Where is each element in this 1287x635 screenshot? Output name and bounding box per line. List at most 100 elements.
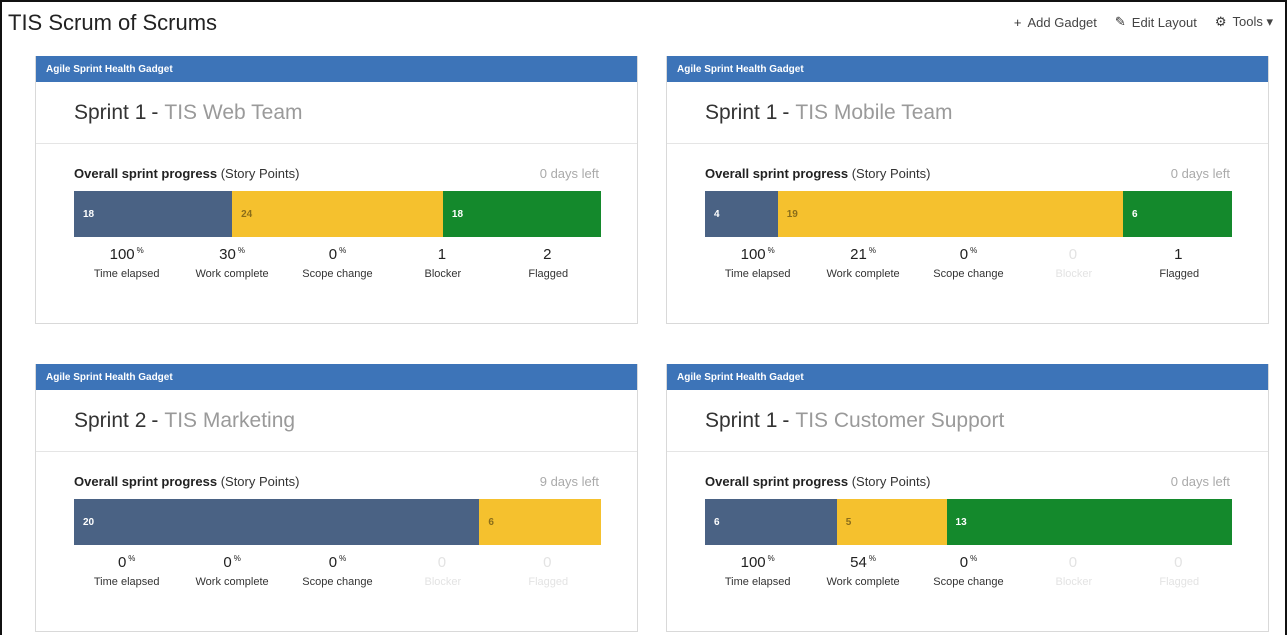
segment-value: 19 <box>786 208 798 220</box>
segment-value: 24 <box>241 208 253 220</box>
stat-value: 1 <box>437 246 447 263</box>
progress-title: Overall sprint progress <box>74 166 218 181</box>
stat-item[interactable]: 0% Time elapsed <box>74 554 179 588</box>
sprint-health-gadget: Agile Sprint Health Gadget Sprint 1 - TI… <box>666 364 1269 632</box>
sprint-name[interactable]: Sprint 2 <box>74 409 146 433</box>
gadget-header[interactable]: Agile Sprint Health Gadget <box>667 56 1268 82</box>
stat-item[interactable]: 2 Flagged <box>496 246 601 280</box>
progress-segment-todo[interactable]: 4 <box>705 191 778 237</box>
team-name[interactable]: TIS Web Team <box>164 101 302 125</box>
stat-percent-sign: % <box>128 554 136 563</box>
stat-value: 100 <box>740 246 766 263</box>
stat-item[interactable]: 0% Work complete <box>179 554 284 588</box>
stat-item[interactable]: 21% Work complete <box>810 246 915 280</box>
stat-item[interactable]: 100% Time elapsed <box>74 246 179 280</box>
stat-value: 0 <box>1068 554 1078 571</box>
stat-item[interactable]: 1 Flagged <box>1127 246 1232 280</box>
stat-label: Scope change <box>933 268 1004 280</box>
gadget-header[interactable]: Agile Sprint Health Gadget <box>36 364 637 390</box>
stat-item[interactable]: 100% Time elapsed <box>705 554 810 588</box>
stat-value: 21 <box>850 246 867 263</box>
stat-label: Blocker <box>1055 268 1093 280</box>
add-gadget-label: Add Gadget <box>1027 14 1097 30</box>
progress-segment-done[interactable]: 13 <box>946 499 1232 545</box>
sprint-title: Sprint 1 - TIS Mobile Team <box>667 82 1268 144</box>
stat-item[interactable]: 100% Time elapsed <box>705 246 810 280</box>
days-left: 0 days left <box>1170 474 1230 489</box>
segment-value: 13 <box>955 516 967 528</box>
stat-value-row: 1 <box>390 246 495 266</box>
stat-item[interactable]: 0% Scope change <box>285 554 390 588</box>
segment-value: 4 <box>714 208 720 220</box>
stat-value: 0 <box>543 554 552 571</box>
gadget-header[interactable]: Agile Sprint Health Gadget <box>667 364 1268 390</box>
progress-header: Overall sprint progress (Story Points) 9… <box>74 474 599 489</box>
progress-segment-todo[interactable]: 18 <box>74 191 233 237</box>
progress-segment-in-progress[interactable]: 5 <box>836 499 947 545</box>
sprint-stats: 100% Time elapsed 54% Work complete 0% S… <box>705 554 1232 588</box>
progress-unit: (Story Points) <box>851 474 931 489</box>
stat-label: Scope change <box>933 576 1004 588</box>
stat-percent-sign: % <box>237 246 245 255</box>
stat-value-row: 0% <box>74 554 179 574</box>
title-separator: - <box>782 100 790 124</box>
progress-unit: (Story Points) <box>220 166 300 181</box>
sprint-health-gadget: Agile Sprint Health Gadget Sprint 1 - TI… <box>35 56 638 324</box>
segment-value: 18 <box>83 208 95 220</box>
stat-value-row: 1 <box>1127 246 1232 266</box>
edit-layout-label: Edit Layout <box>1131 14 1197 30</box>
progress-unit: (Story Points) <box>220 474 300 489</box>
progress-header: Overall sprint progress (Story Points) 0… <box>705 474 1230 489</box>
tools-menu-button[interactable]: ⚙ Tools ▾ <box>1215 14 1273 30</box>
stat-item[interactable]: 54% Work complete <box>810 554 915 588</box>
progress-segment-todo[interactable]: 20 <box>74 499 480 545</box>
stat-label: Flagged <box>1159 576 1200 588</box>
stat-label: Scope change <box>302 268 373 280</box>
segment-value: 5 <box>845 516 852 528</box>
stat-item[interactable]: 0% Scope change <box>916 246 1021 280</box>
stat-item[interactable]: 1 Blocker <box>390 246 495 280</box>
progress-segment-done[interactable]: 18 <box>442 191 601 237</box>
edit-layout-button[interactable]: ✎ Edit Layout <box>1115 14 1197 30</box>
stat-label: Flagged <box>1159 268 1200 280</box>
stat-value-row: 0 <box>1127 554 1232 574</box>
sprint-progress-bar: 18 24 18 <box>74 191 601 237</box>
stat-item[interactable]: 0% Scope change <box>916 554 1021 588</box>
progress-segment-in-progress[interactable]: 19 <box>777 191 1123 237</box>
stat-value: 2 <box>543 246 552 263</box>
stat-label: Work complete <box>826 576 900 588</box>
team-name[interactable]: TIS Customer Support <box>795 409 1004 433</box>
sprint-name[interactable]: Sprint 1 <box>705 409 777 433</box>
sprint-stats: 0% Time elapsed 0% Work complete 0% Scop… <box>74 554 601 588</box>
stat-value: 0 <box>1174 554 1183 571</box>
stat-item[interactable]: 30% Work complete <box>179 246 284 280</box>
progress-segment-todo[interactable]: 6 <box>705 499 837 545</box>
days-left: 9 days left <box>539 474 599 489</box>
stat-value: 0 <box>437 554 447 571</box>
stat-value: 0 <box>959 246 969 263</box>
progress-segment-done[interactable]: 6 <box>1122 191 1232 237</box>
team-name[interactable]: TIS Marketing <box>164 409 295 433</box>
progress-title: Overall sprint progress <box>74 474 218 489</box>
sprint-title: Sprint 1 - TIS Web Team <box>36 82 637 144</box>
stat-label: Scope change <box>302 576 373 588</box>
stat-percent-sign: % <box>970 554 978 563</box>
progress-segment-in-progress[interactable]: 24 <box>232 191 443 237</box>
sprint-name[interactable]: Sprint 1 <box>74 101 146 125</box>
stat-value: 0 <box>328 246 338 263</box>
stat-value: 0 <box>959 554 969 571</box>
team-name[interactable]: TIS Mobile Team <box>795 101 952 125</box>
tools-label: Tools ▾ <box>1232 14 1274 29</box>
stat-value-row: 54% <box>810 554 915 574</box>
stat-item[interactable]: 0% Scope change <box>285 246 390 280</box>
gadget-header[interactable]: Agile Sprint Health Gadget <box>36 56 637 82</box>
progress-segment-in-progress[interactable]: 6 <box>479 499 601 545</box>
stat-item: 0 Flagged <box>1127 554 1232 588</box>
sprint-name[interactable]: Sprint 1 <box>705 101 777 125</box>
title-separator: - <box>151 100 159 124</box>
add-gadget-button[interactable]: + Add Gadget <box>1014 14 1097 30</box>
stat-item: 0 Blocker <box>1021 554 1126 588</box>
segment-value: 6 <box>488 516 494 528</box>
sprint-health-gadget: Agile Sprint Health Gadget Sprint 1 - TI… <box>666 56 1269 324</box>
segment-value: 6 <box>1131 208 1138 220</box>
